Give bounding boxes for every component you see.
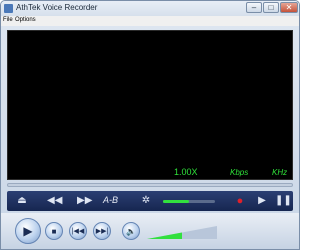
close-button[interactable]: ✕ bbox=[280, 2, 298, 13]
volume-slider-fill bbox=[163, 200, 189, 203]
volume-slider[interactable] bbox=[163, 200, 215, 203]
display-screen: 1.00X Kbps KHz bbox=[7, 30, 293, 180]
bitrate-readout: Kbps bbox=[230, 168, 249, 177]
speed-readout: 1.00X bbox=[174, 167, 198, 177]
next-button[interactable]: ▶▶| bbox=[93, 222, 111, 240]
volume-button[interactable]: 🔈 bbox=[122, 222, 140, 240]
title-bar[interactable]: AthTek Voice Recorder – □ ✕ bbox=[1, 1, 299, 16]
minimize-icon: – bbox=[251, 3, 257, 12]
stop-button[interactable]: ■ bbox=[45, 222, 63, 240]
maximize-icon: □ bbox=[268, 3, 274, 12]
play-button[interactable]: ▶ bbox=[15, 218, 41, 244]
play-small-icon[interactable]: ▶ bbox=[255, 194, 269, 208]
fast-forward-icon[interactable]: ▶▶ bbox=[77, 194, 92, 208]
menu-options[interactable]: Options bbox=[15, 17, 36, 23]
previous-icon: |◀◀ bbox=[71, 228, 85, 235]
samplerate-readout: KHz bbox=[272, 168, 288, 177]
playback-controls: ▶ ■ |◀◀ ▶▶| 🔈 bbox=[1, 213, 299, 249]
previous-button[interactable]: |◀◀ bbox=[69, 222, 87, 240]
close-icon: ✕ bbox=[285, 3, 293, 12]
app-icon bbox=[4, 4, 13, 13]
seek-bar[interactable] bbox=[7, 183, 293, 187]
volume-wedge[interactable] bbox=[147, 226, 217, 240]
toolbar: ⏏ ◀◀ ▶▶ A-B ✲ ● ▶ ❚❚ bbox=[7, 191, 293, 211]
eject-icon[interactable]: ⏏ bbox=[15, 194, 29, 208]
record-icon[interactable]: ● bbox=[233, 194, 247, 208]
play-icon: ▶ bbox=[23, 224, 33, 238]
pause-icon[interactable]: ❚❚ bbox=[275, 194, 292, 208]
minimize-button[interactable]: – bbox=[246, 2, 262, 13]
stop-icon: ■ bbox=[51, 227, 57, 236]
ab-repeat-button[interactable]: A-B bbox=[103, 195, 118, 205]
settings-icon[interactable]: ✲ bbox=[139, 194, 153, 208]
menu-file[interactable]: File bbox=[3, 17, 13, 23]
speaker-icon: 🔈 bbox=[126, 227, 136, 236]
rewind-icon[interactable]: ◀◀ bbox=[47, 194, 62, 208]
window-title: AthTek Voice Recorder bbox=[16, 3, 98, 12]
app-window: AthTek Voice Recorder – □ ✕ File Options… bbox=[0, 0, 300, 250]
menu-bar: File Options bbox=[1, 16, 299, 26]
next-icon: ▶▶| bbox=[95, 228, 109, 235]
volume-wedge-fill bbox=[147, 232, 182, 239]
maximize-button[interactable]: □ bbox=[263, 2, 279, 13]
